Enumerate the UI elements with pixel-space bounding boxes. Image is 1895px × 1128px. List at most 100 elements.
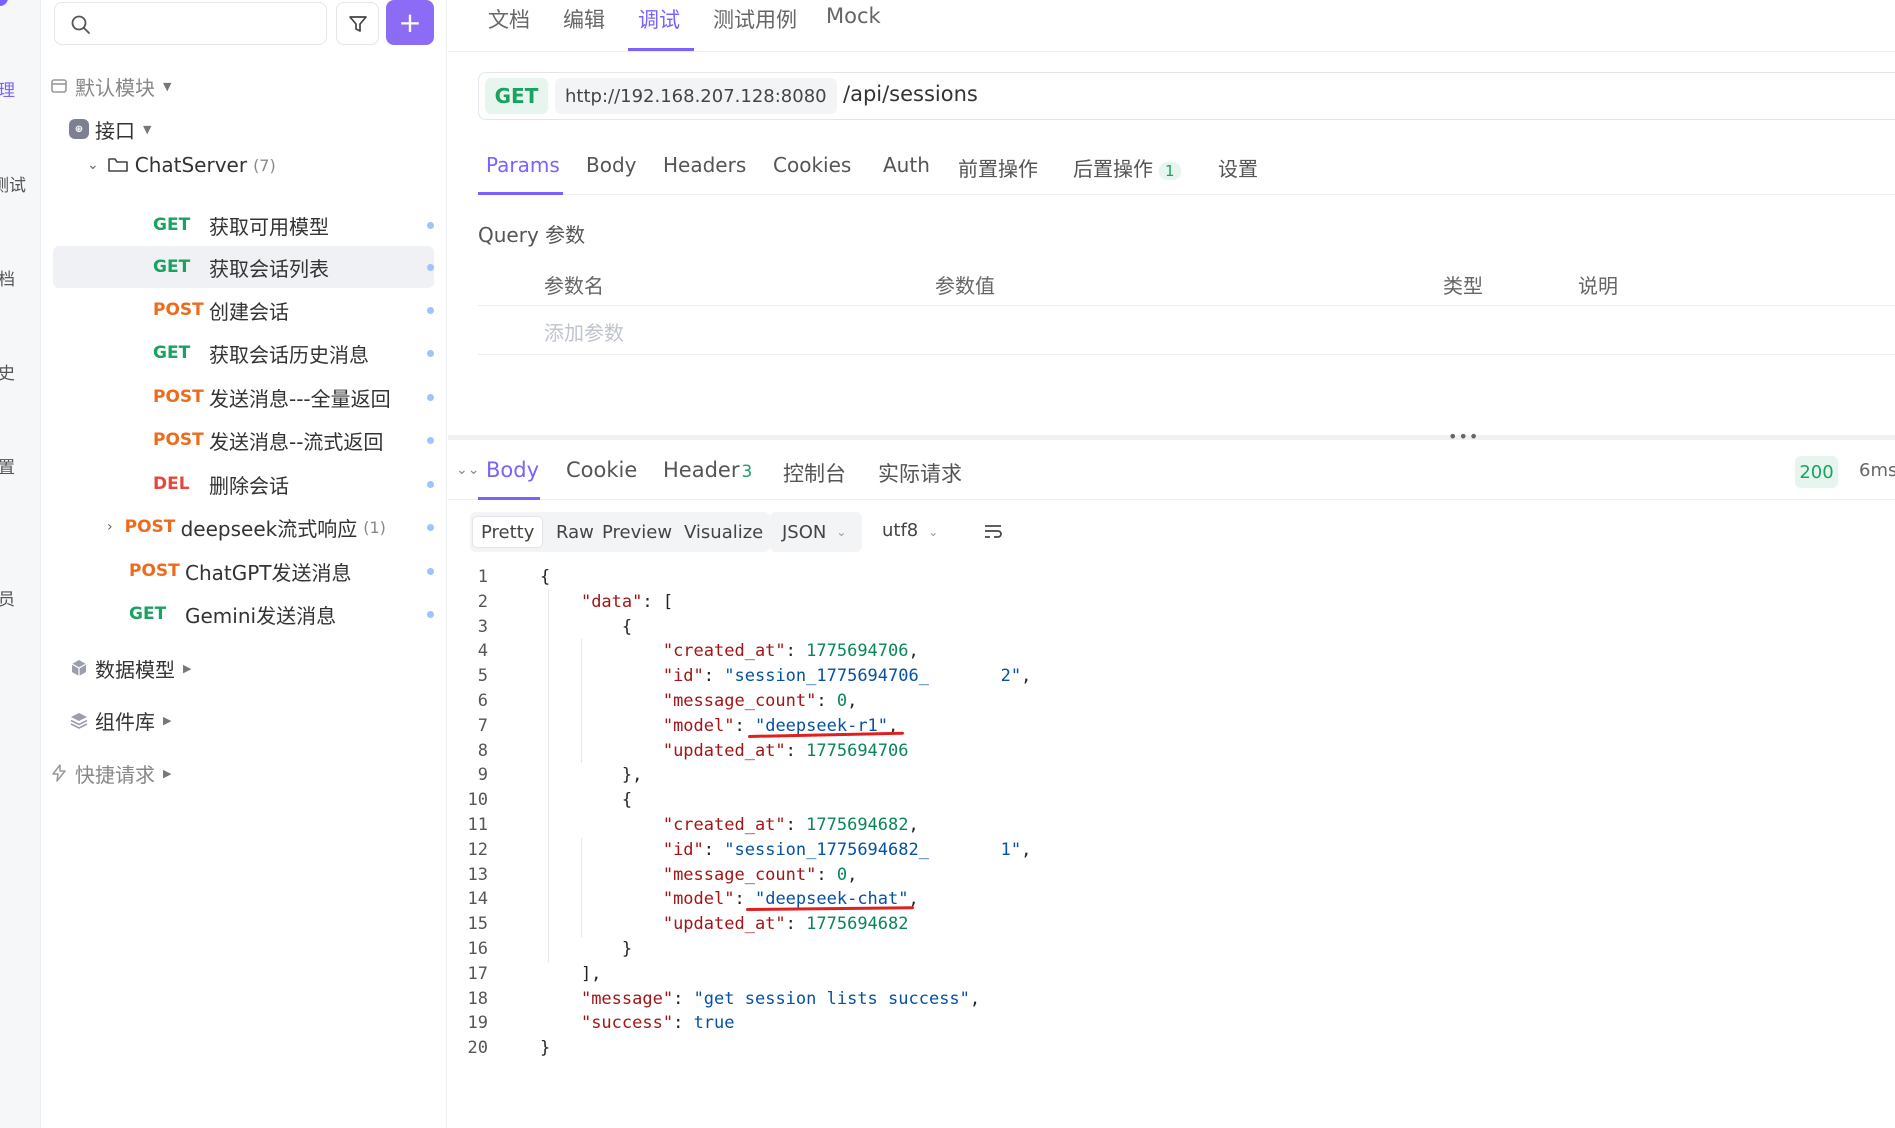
tab-debug[interactable]: 调试 [638,4,680,34]
code-token: "updated_at" [662,914,786,935]
api-item-selected[interactable]: GET 获取会话列表 [153,247,434,287]
tree-data-models-label: 数据模型 [95,657,175,682]
view-mode-selector: Pretty Raw Preview Visualize [470,512,770,552]
tab-pre-ops[interactable]: 前置操作 [958,153,1038,182]
line-number: 11 [467,815,488,835]
tree-data-models[interactable]: 数据模型 ▶ [69,648,191,688]
line-number: 20 [467,1038,488,1059]
code-token: : [734,889,755,910]
base-url[interactable]: http://192.168.207.128:8080 [555,78,837,114]
view-visualize-button[interactable]: Visualize [676,516,771,548]
response-tabs: ⌄⌄ Body Cookie Header 3 控制台 实际请求 200 6ms [448,448,1895,500]
api-item[interactable]: GET 获取可用模型 [153,205,434,245]
add-button[interactable]: + [386,0,434,45]
code-line: "id": "session_1775694706_ 2", [540,664,1032,688]
tab-post-ops-label: 后置操作 [1073,157,1153,181]
api-item[interactable]: GET 获取会话历史消息 [153,333,434,373]
nav-logo-icon [0,0,8,6]
api-item[interactable]: POST 创建会话 [153,290,434,330]
tab-params[interactable]: Params [486,153,560,177]
response-code-viewer[interactable]: 1 {2 "data": [3 {4 "created_at": 17756947… [448,560,1895,1060]
tree-interfaces[interactable]: ⊕ 接口 ▼ [69,109,151,149]
api-item-deepseek[interactable]: › POST deepseek流式响应 (1) [107,507,434,547]
line-number: 3 [477,616,488,637]
search-input[interactable] [54,2,327,45]
line-number: 9 [477,765,488,786]
method-select[interactable]: GET [485,78,548,114]
status-dot [427,437,434,444]
collapse-icon[interactable]: ⌄⌄ [456,462,479,478]
cube-icon [71,660,87,676]
tab-edit[interactable]: 编辑 [563,4,605,34]
tab-docs[interactable]: 文档 [488,4,530,34]
tab-cookies[interactable]: Cookies [773,153,851,177]
code-token: : [785,914,807,935]
method-badge: GET [129,604,167,624]
filter-button[interactable] [336,2,379,45]
tab-console[interactable]: 控制台 [783,458,846,488]
api-item[interactable]: POST ChatGPT发送消息 [129,551,434,591]
nav-item-manage[interactable]: 理 [0,76,15,101]
drag-handle-icon[interactable]: ••• [1448,427,1479,446]
nav-item-settings[interactable]: 置 [0,453,15,478]
sidebar: + 默认模块 ▼ ⊕ 接口 ▼ ⌄ ChatServer (7) GET 获取可… [41,0,447,1128]
encoding-select[interactable]: utf8 ⌄ [882,520,938,541]
view-preview-button[interactable]: Preview [594,516,680,548]
nav-item-members[interactable]: 员 [0,585,15,610]
status-dot [427,611,434,618]
api-item[interactable]: POST 发送消息---全量返回 [153,377,434,417]
nav-item-history[interactable]: 史 [0,359,15,384]
col-type: 类型 [1443,274,1483,298]
code-token: "model" [662,889,735,910]
api-item[interactable]: DEL 删除会话 [153,464,434,504]
add-param-placeholder[interactable]: 添加参数 [544,317,624,346]
code-token: } [540,939,633,959]
url-path-input[interactable]: /api/sessions [843,82,978,106]
code-token: "created_at" [662,815,786,835]
status-code-badge: 200 [1795,456,1838,488]
tree-default-module[interactable]: 默认模块 ▼ [49,66,171,106]
tree-quick-requests[interactable]: 快捷请求 ▶ [49,753,171,793]
api-item[interactable]: POST 发送消息--流式返回 [153,420,434,460]
tab-response-header[interactable]: Header 3 [663,458,752,482]
code-line: "updated_at": 1775694706 [540,739,909,763]
add-param-row[interactable]: 添加参数 [478,307,1895,355]
nav-item-test[interactable]: 测试 [0,171,26,196]
nav-item-docs[interactable]: 档 [0,265,15,290]
tab-auth[interactable]: Auth [883,153,930,177]
format-select[interactable]: JSON ⌄ [770,512,862,552]
wrap-lines-icon[interactable] [982,520,1004,542]
tree-folder-chatserver[interactable]: ⌄ ChatServer (7) [87,145,276,185]
tab-post-ops[interactable]: 后置操作 1 [1073,153,1181,182]
tab-test-cases[interactable]: 测试用例 [713,4,797,34]
tab-response-cookie[interactable]: Cookie [566,458,637,482]
api-item[interactable]: GET Gemini发送消息 [129,594,434,634]
panel-resize-handle[interactable]: ••• [448,427,1895,446]
tree-components[interactable]: 组件库 ▶ [69,700,171,740]
tab-response-body[interactable]: Body [486,458,539,482]
view-pretty-button[interactable]: Pretty [472,516,544,548]
code-token: "model" [662,715,735,736]
active-tab-indicator [628,48,694,51]
line-number: 12 [467,839,488,860]
code-line: "updated_at": 1775694682 [540,912,909,936]
tab-actual-request[interactable]: 实际请求 [878,458,962,488]
line-number: 10 [467,790,488,811]
tab-mock[interactable]: Mock [826,4,881,28]
caret-right-icon: ▶ [163,713,172,727]
line-number: 6 [477,691,488,711]
status-dot [427,222,434,229]
tab-settings[interactable]: 设置 [1218,153,1258,182]
status-dot [427,264,434,271]
api-item-label: Gemini发送消息 [185,603,337,628]
tab-body[interactable]: Body [586,153,637,177]
top-tabs: 文档 编辑 调试 测试用例 Mock [448,0,1895,52]
api-item-label: 获取会话历史消息 [209,342,369,367]
tab-headers[interactable]: Headers [663,153,746,177]
chevron-right-icon: › [107,519,113,535]
